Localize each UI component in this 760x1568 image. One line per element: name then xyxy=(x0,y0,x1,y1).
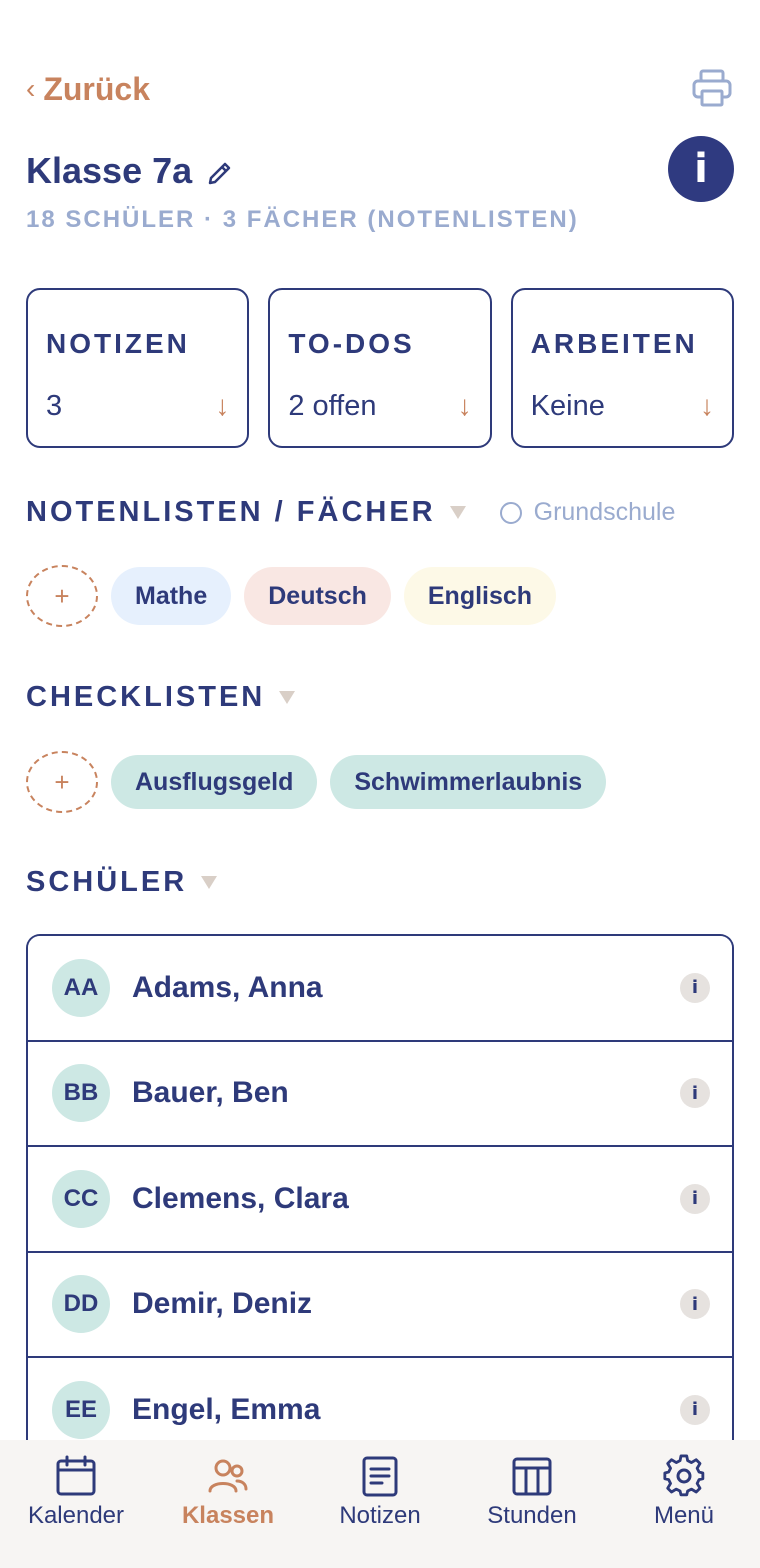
subject-chip-mathe[interactable]: Mathe xyxy=(111,567,232,625)
section-title: CHECKLISTEN xyxy=(26,681,266,713)
grundschule-toggle[interactable]: Grundschule xyxy=(499,498,676,527)
system-bar xyxy=(0,1536,760,1568)
student-row[interactable]: CC Clemens, Clara i xyxy=(28,1147,732,1253)
card-title: NOTIZEN xyxy=(46,328,190,359)
printer-icon[interactable] xyxy=(690,67,734,111)
student-name: Adams, Anna xyxy=(132,970,323,1004)
arrow-down-icon: ↓ xyxy=(215,390,230,421)
info-icon[interactable]: i xyxy=(680,1183,710,1214)
info-icon[interactable]: i xyxy=(680,1078,710,1109)
arrow-down-icon: ↓ xyxy=(699,390,714,421)
avatar: AA xyxy=(52,958,110,1017)
back-label: Zurück xyxy=(43,70,151,107)
nav-kalender[interactable]: Kalender xyxy=(0,1440,152,1536)
subject-chip-englisch[interactable]: Englisch xyxy=(403,567,557,625)
card-title: ARBEITEN xyxy=(530,328,698,359)
page-title: Klasse 7a xyxy=(26,150,193,191)
student-name: Demir, Deniz xyxy=(132,1287,313,1321)
add-checklist-button[interactable]: + xyxy=(26,751,98,813)
student-name: Clemens, Clara xyxy=(132,1181,349,1215)
card-value: 3 xyxy=(46,390,63,422)
class-subtitle: 18 SCHÜLER · 3 FÄCHER (NOTENLISTEN) xyxy=(26,206,579,233)
card-value: 2 offen xyxy=(288,390,377,422)
radio-label: Grundschule xyxy=(533,498,676,526)
back-button[interactable]: ‹ Zurück xyxy=(26,71,150,108)
info-icon[interactable]: i xyxy=(680,1394,710,1425)
avatar: BB xyxy=(52,1064,110,1123)
checklists-row: + Ausflugsgeld Schwimmerlaubnis xyxy=(26,751,607,813)
bottom-nav: Kalender Klassen Notizen Stunden Menü xyxy=(0,1440,760,1536)
card-arbeiten[interactable]: ARBEITEN Keine ↓ xyxy=(510,288,734,448)
student-row[interactable]: BB Bauer, Ben i xyxy=(28,1041,732,1147)
card-value: Keine xyxy=(530,390,605,422)
students-section-header: SCHÜLER xyxy=(26,866,218,899)
collapse-triangle-icon[interactable] xyxy=(201,876,218,889)
collapse-triangle-icon[interactable] xyxy=(279,691,296,704)
summary-cards: NOTIZEN 3 ↓ TO-DOS 2 offen ↓ ARBEITEN Ke… xyxy=(26,288,734,448)
nav-label: Kalender xyxy=(27,1502,125,1529)
chevron-left-icon: ‹ xyxy=(26,73,36,104)
card-notizen[interactable]: NOTIZEN 3 ↓ xyxy=(26,288,250,448)
arrow-down-icon: ↓ xyxy=(457,390,472,421)
nav-label: Notizen xyxy=(339,1502,421,1529)
people-icon xyxy=(208,1459,248,1493)
top-bar: ‹ Zurück xyxy=(26,66,734,112)
avatar: CC xyxy=(52,1169,110,1228)
nav-menu[interactable]: Menü xyxy=(608,1440,760,1536)
radio-icon xyxy=(499,501,522,524)
calendar-icon xyxy=(56,1455,96,1496)
pencil-icon[interactable] xyxy=(206,157,234,185)
section-title: NOTENLISTEN / FÄCHER xyxy=(26,496,436,528)
nav-label: Menü xyxy=(653,1502,715,1529)
nav-label: Stunden xyxy=(487,1502,577,1529)
checklist-chip-ausflugsgeld[interactable]: Ausflugsgeld xyxy=(111,755,318,809)
nav-notizen[interactable]: Notizen xyxy=(304,1440,456,1536)
nav-klassen[interactable]: Klassen xyxy=(152,1440,304,1536)
student-row[interactable]: AA Adams, Anna i xyxy=(28,936,732,1042)
checklists-section-header: CHECKLISTEN xyxy=(26,681,296,714)
student-list: AA Adams, Anna i BB Bauer, Ben i CC Clem… xyxy=(26,934,734,1454)
subject-chip-deutsch[interactable]: Deutsch xyxy=(244,567,391,625)
card-title: TO-DOS xyxy=(288,328,415,359)
student-name: Bauer, Ben xyxy=(132,1076,289,1110)
info-icon[interactable]: i xyxy=(680,972,710,1003)
checklist-chip-schwimmerlaubnis[interactable]: Schwimmerlaubnis xyxy=(330,755,607,809)
student-name: Engel, Emma xyxy=(132,1392,321,1426)
subjects-row: + Mathe Deutsch Englisch xyxy=(26,565,557,627)
nav-stunden[interactable]: Stunden xyxy=(456,1440,608,1536)
add-subject-button[interactable]: + xyxy=(26,565,98,627)
card-todos[interactable]: TO-DOS 2 offen ↓ xyxy=(268,288,492,448)
class-header: Klasse 7a i xyxy=(26,136,734,206)
grades-section-header: NOTENLISTEN / FÄCHER Grundschule xyxy=(26,496,675,529)
avatar: EE xyxy=(52,1380,110,1439)
avatar: DD xyxy=(52,1275,110,1334)
gear-icon xyxy=(663,1454,705,1497)
nav-label: Klassen xyxy=(181,1502,275,1529)
student-row[interactable]: DD Demir, Deniz i xyxy=(28,1252,732,1358)
timetable-icon xyxy=(512,1457,552,1496)
document-icon xyxy=(362,1456,398,1497)
class-info-button[interactable]: i xyxy=(668,136,734,202)
info-icon[interactable]: i xyxy=(680,1289,710,1320)
collapse-triangle-icon[interactable] xyxy=(449,506,466,519)
section-title: SCHÜLER xyxy=(26,866,188,898)
